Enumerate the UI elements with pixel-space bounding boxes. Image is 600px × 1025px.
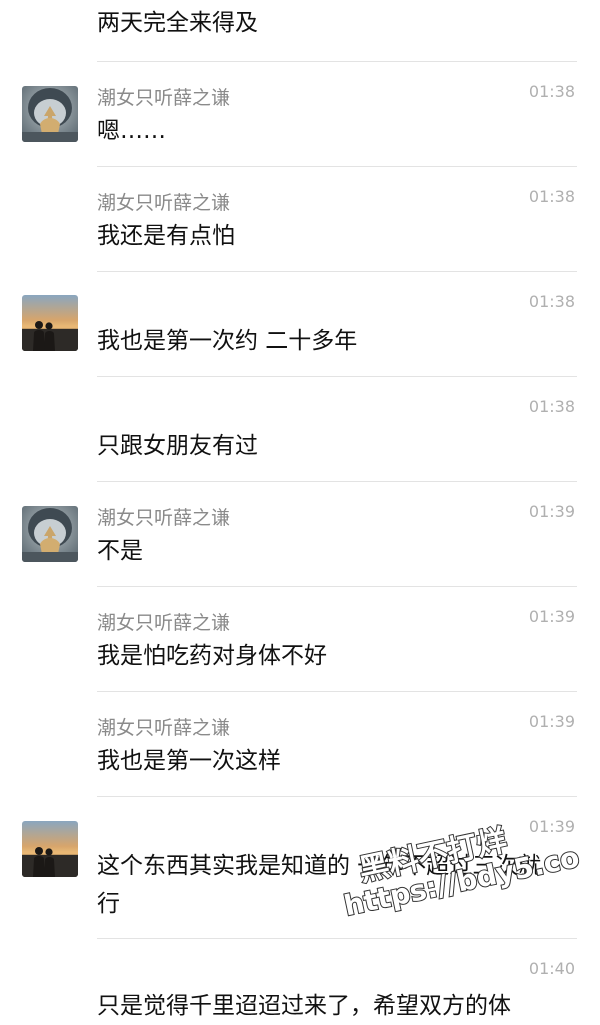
sender-name: 潮女只听薛之谦	[97, 717, 231, 739]
divider	[97, 166, 577, 167]
message-text: 只跟女朋友有过	[97, 433, 258, 459]
sender-name: 潮女只听薛之谦	[97, 612, 231, 634]
message-text: 这个东西其实我是知道的 一年不超过三次就行	[97, 853, 542, 917]
avatar-sunset[interactable]	[22, 295, 78, 351]
message-time: 01:38	[528, 187, 575, 206]
avatar-hood[interactable]	[22, 506, 78, 562]
message-time: 01:40	[528, 959, 575, 978]
sunset-couple-avatar-icon	[22, 821, 78, 877]
avatar-hood[interactable]	[22, 86, 78, 142]
message-text: 只是觉得千里迢迢过来了，希望双方的体	[97, 993, 511, 1019]
divider	[97, 691, 577, 692]
message-time: 01:38	[528, 292, 575, 311]
message-time: 01:39	[528, 502, 575, 521]
message-text: 嗯……	[97, 118, 166, 144]
message-text: 我是怕吃药对身体不好	[97, 643, 327, 669]
divider	[97, 938, 577, 939]
divider	[97, 481, 577, 482]
message-text: 我还是有点怕	[97, 223, 235, 249]
hooded-person-avatar-icon	[22, 506, 78, 562]
message-time: 01:39	[528, 607, 575, 626]
message-text: 两天完全来得及	[97, 10, 258, 36]
divider	[97, 376, 577, 377]
divider	[97, 271, 577, 272]
sender-name: 潮女只听薛之谦	[97, 87, 231, 109]
divider	[97, 586, 577, 587]
divider	[97, 61, 577, 62]
message-time: 01:39	[528, 817, 575, 836]
message-text: 我也是第一次约 二十多年	[97, 328, 358, 354]
chat-message-list[interactable]: 两天完全来得及 潮女只听薛之谦 01:38 嗯…… 潮女只听薛之谦 01:38 …	[0, 0, 600, 1019]
sender-name: 潮女只听薛之谦	[97, 192, 231, 214]
message-text: 不是	[97, 538, 143, 564]
sender-name: 潮女只听薛之谦	[97, 507, 231, 529]
divider	[97, 796, 577, 797]
message-time: 01:39	[528, 712, 575, 731]
message-time: 01:38	[528, 82, 575, 101]
message-text: 我也是第一次这样	[97, 748, 281, 774]
avatar-sunset[interactable]	[22, 821, 78, 877]
hooded-person-avatar-icon	[22, 86, 78, 142]
message-time: 01:38	[528, 397, 575, 416]
sunset-couple-avatar-icon	[22, 295, 78, 351]
